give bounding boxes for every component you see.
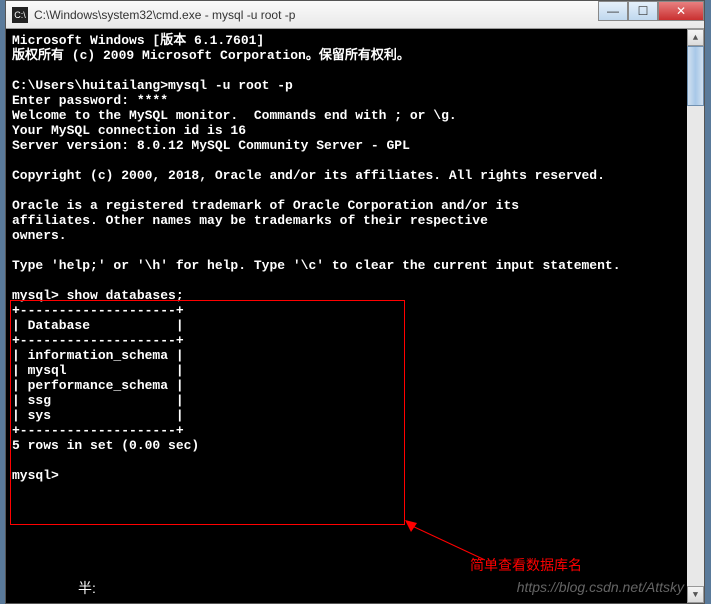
terminal-line: C:\Users\huitailang>mysql -u root -p	[12, 78, 293, 93]
window-titlebar[interactable]: C:\ C:\Windows\system32\cmd.exe - mysql …	[6, 1, 704, 29]
maximize-button[interactable]: ☐	[628, 1, 658, 21]
window-controls: — ☐ ✕	[598, 1, 704, 21]
terminal-line: Server version: 8.0.12 MySQL Community S…	[12, 138, 410, 153]
terminal-line: | mysql |	[12, 363, 184, 378]
terminal-line: Copyright (c) 2000, 2018, Oracle and/or …	[12, 168, 605, 183]
minimize-button[interactable]: —	[598, 1, 628, 21]
terminal-line: owners.	[12, 228, 67, 243]
cmd-icon: C:\	[12, 7, 28, 23]
scroll-up-button[interactable]: ▲	[687, 29, 704, 46]
terminal-line: Enter password: ****	[12, 93, 168, 108]
terminal-line: | sys |	[12, 408, 184, 423]
terminal-line: mysql>	[12, 468, 59, 483]
terminal-line: +--------------------+	[12, 303, 184, 318]
terminal-line: Welcome to the MySQL monitor. Commands e…	[12, 108, 457, 123]
terminal-line: | performance_schema |	[12, 378, 184, 393]
watermark: https://blog.csdn.net/Attsky	[517, 579, 684, 595]
terminal-line: 版权所有 (c) 2009 Microsoft Corporation。保留所有…	[12, 48, 410, 63]
vertical-scrollbar[interactable]: ▲ ▼	[687, 29, 704, 603]
terminal-line: +--------------------+	[12, 423, 184, 438]
window-title: C:\Windows\system32\cmd.exe - mysql -u r…	[34, 8, 295, 22]
terminal-line: | information_schema |	[12, 348, 184, 363]
footer-text: 半:	[78, 578, 96, 598]
scroll-down-button[interactable]: ▼	[687, 586, 704, 603]
terminal-line: mysql> show databases;	[12, 288, 184, 303]
terminal-line: Microsoft Windows [版本 6.1.7601]	[12, 33, 264, 48]
terminal-line: | ssg |	[12, 393, 184, 408]
cmd-window: C:\ C:\Windows\system32\cmd.exe - mysql …	[5, 0, 705, 604]
terminal-output[interactable]: Microsoft Windows [版本 6.1.7601] 版权所有 (c)…	[6, 29, 704, 603]
scroll-thumb[interactable]	[687, 46, 704, 106]
terminal-line: +--------------------+	[12, 333, 184, 348]
terminal-line: Oracle is a registered trademark of Orac…	[12, 198, 519, 213]
terminal-line: Type 'help;' or '\h' for help. Type '\c'…	[12, 258, 621, 273]
terminal-line: 5 rows in set (0.00 sec)	[12, 438, 199, 453]
terminal-line: Your MySQL connection id is 16	[12, 123, 246, 138]
terminal-line: affiliates. Other names may be trademark…	[12, 213, 488, 228]
close-button[interactable]: ✕	[658, 1, 704, 21]
annotation-text: 简单查看数据库名	[470, 555, 582, 575]
terminal-line: | Database |	[12, 318, 184, 333]
